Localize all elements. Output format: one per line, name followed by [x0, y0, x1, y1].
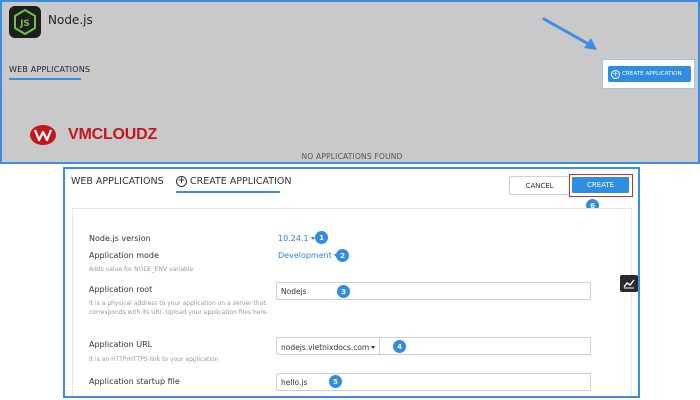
- app-title: Node.js: [48, 13, 93, 27]
- mode-select[interactable]: Development: [278, 251, 338, 260]
- chart-icon[interactable]: [620, 275, 638, 292]
- root-input[interactable]: Nodejs: [276, 282, 591, 300]
- startup-label: Application startup file: [89, 377, 180, 386]
- domain-value: nodejs.vietnixdocs.com: [281, 342, 370, 352]
- startup-value: hello.js: [281, 377, 308, 387]
- version-label: Node.js version: [89, 234, 151, 243]
- vmcloudz-logo-icon: [30, 125, 56, 145]
- chevron-down-icon: [371, 345, 376, 349]
- create-application-highlight: + CREATE APPLICATION: [602, 59, 695, 89]
- tab-create-application[interactable]: + CREATE APPLICATION: [176, 176, 291, 187]
- active-tab-indicator: [176, 191, 280, 193]
- arrow-pointer: [542, 17, 597, 50]
- startup-input[interactable]: hello.js: [276, 373, 591, 391]
- version-value: 10.24.1: [278, 234, 309, 243]
- url-label: Application URL: [89, 340, 153, 349]
- root-label: Application root: [89, 285, 153, 294]
- form-area: Node.js version 10.24.1 1 Application mo…: [72, 208, 632, 396]
- mode-label: Application mode: [89, 251, 159, 260]
- step-badge-1: 1: [315, 231, 328, 244]
- url-hint: It is an HTTP/HTTPS link to your applica…: [89, 356, 219, 363]
- tab-web-applications-2[interactable]: WEB APPLICATIONS: [71, 176, 164, 187]
- create-application-label: CREATE APPLICATION: [622, 71, 682, 77]
- empty-state-message: NO APPLICATIONS FOUND: [301, 152, 403, 161]
- top-panel: JS Node.js WEB APPLICATIONS VMCLOUDZ NO …: [0, 0, 700, 164]
- screenshot: JS Node.js WEB APPLICATIONS VMCLOUDZ NO …: [0, 0, 700, 400]
- brand-watermark: VMCLOUDZ: [29, 123, 157, 147]
- plus-circle-icon: +: [176, 176, 187, 187]
- create-button[interactable]: CREATE: [572, 177, 629, 193]
- tab-create-label: CREATE APPLICATION: [190, 176, 292, 187]
- chevron-down-icon: [310, 237, 315, 240]
- brand-name: VMCLOUDZ: [68, 126, 158, 143]
- cancel-button[interactable]: CANCEL: [509, 176, 570, 195]
- svg-text:JS: JS: [19, 19, 30, 29]
- create-button-highlight: CREATE: [569, 174, 633, 197]
- plus-circle-icon: +: [611, 69, 620, 79]
- url-input-group: nodejs.vietnixdocs.com: [276, 337, 591, 356]
- version-select[interactable]: 10.24.1: [278, 234, 315, 243]
- create-application-button[interactable]: + CREATE APPLICATION: [608, 66, 691, 82]
- step-badge-5: 5: [329, 375, 342, 388]
- root-value: Nodejs: [281, 286, 307, 296]
- domain-select[interactable]: nodejs.vietnixdocs.com: [277, 338, 380, 356]
- create-application-panel: WEB APPLICATIONS + CREATE APPLICATION CA…: [63, 167, 640, 398]
- active-tab-indicator: [9, 78, 81, 80]
- step-badge-2: 2: [336, 249, 349, 262]
- nodejs-logo-icon: JS: [9, 6, 41, 38]
- root-hint: It is a physical address to your applica…: [89, 300, 269, 316]
- mode-hint: Adds value for NODE_ENV variable: [89, 266, 194, 273]
- step-badge-4: 4: [393, 340, 406, 353]
- mode-value: Development: [278, 251, 332, 260]
- tab-web-applications[interactable]: WEB APPLICATIONS: [9, 65, 90, 74]
- step-badge-3: 3: [337, 285, 350, 298]
